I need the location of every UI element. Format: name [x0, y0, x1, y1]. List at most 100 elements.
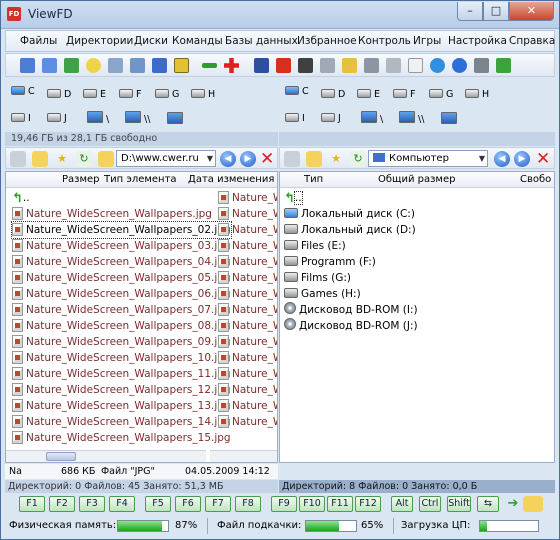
- left-h-scrollbar[interactable]: [6, 450, 206, 462]
- parent-dir-row[interactable]: ↰..: [12, 190, 30, 206]
- left-h-scrollbar-2[interactable]: [210, 450, 277, 462]
- settings-icon[interactable]: [174, 58, 189, 73]
- two-panel-icon[interactable]: [42, 58, 57, 73]
- drive-c-left[interactable]: C: [11, 86, 35, 97]
- file-row[interactable]: Nature_WideScreen_Wallpapers_02.jpg: [11, 221, 232, 239]
- file-row[interactable]: Nature_WideScreen_Wallpapers_13.jpg: [12, 398, 231, 414]
- drive-row[interactable]: Programm (F:): [284, 254, 376, 270]
- file-row-col2[interactable]: Nature_W: [218, 414, 277, 430]
- drive-f-left[interactable]: F: [119, 89, 141, 100]
- file-row-col2[interactable]: Nature_W: [218, 318, 277, 334]
- menu-disks[interactable]: Диски: [134, 35, 168, 47]
- column-total-size[interactable]: Общий размер: [378, 174, 455, 185]
- f4-button[interactable]: F4: [109, 496, 135, 512]
- file-row-col2[interactable]: Nature_W: [218, 222, 277, 238]
- f5-button[interactable]: F5: [145, 496, 171, 512]
- drive-f-right[interactable]: F: [393, 89, 415, 100]
- filmstrip-icon[interactable]: [342, 58, 357, 73]
- menu-control[interactable]: Контроль: [358, 35, 411, 47]
- close-button[interactable]: ✕: [509, 2, 554, 21]
- file-row[interactable]: Nature_WideScreen_Wallpapers_11.jpg: [12, 366, 231, 382]
- drive-d-right[interactable]: D: [321, 89, 345, 100]
- file-row-col2[interactable]: Nature_W: [218, 206, 277, 222]
- menu-directories[interactable]: Директории: [66, 35, 133, 47]
- column-free[interactable]: Свобо: [520, 174, 551, 185]
- drive-row[interactable]: Дисковод BD-ROM (I:): [284, 302, 418, 318]
- menu-commands[interactable]: Команды: [172, 35, 223, 47]
- music-icon[interactable]: [254, 58, 269, 73]
- folder-up-icon[interactable]: [32, 151, 48, 167]
- ctrl-button[interactable]: Ctrl: [419, 496, 441, 512]
- drive-e-right[interactable]: E: [357, 89, 380, 100]
- forward-icon[interactable]: ▶: [240, 151, 256, 167]
- camera-icon[interactable]: [386, 58, 401, 73]
- file-row[interactable]: Nature_WideScreen_Wallpapers_09.jpg: [12, 334, 231, 350]
- document-icon[interactable]: [408, 58, 423, 73]
- drive-icon[interactable]: [284, 151, 300, 167]
- menu-games[interactable]: Игры: [413, 35, 441, 47]
- plus-icon[interactable]: [224, 58, 239, 73]
- archive-icon[interactable]: [276, 58, 291, 73]
- film-icon[interactable]: [298, 58, 313, 73]
- network-share-right[interactable]: \\: [399, 111, 424, 125]
- bold-icon[interactable]: [152, 58, 167, 73]
- arrow-right-icon[interactable]: ➔: [505, 496, 521, 512]
- drive-h-left[interactable]: H: [191, 89, 215, 100]
- network-drive-right[interactable]: \: [361, 111, 383, 125]
- image-icon[interactable]: [64, 58, 79, 73]
- menu-settings[interactable]: Настройка: [448, 35, 507, 47]
- file-row[interactable]: Nature_WideScreen_Wallpapers_15.jpg: [12, 430, 231, 446]
- f2-button[interactable]: F2: [49, 496, 75, 512]
- column-type[interactable]: Тип: [304, 174, 323, 185]
- menu-files[interactable]: Файлы: [20, 35, 57, 47]
- back-icon[interactable]: ◀: [494, 151, 510, 167]
- desktop-right[interactable]: [441, 112, 460, 126]
- menu-databases[interactable]: Базы данных: [225, 35, 298, 47]
- window-icon[interactable]: [108, 58, 123, 73]
- drive-i-right[interactable]: I: [285, 113, 305, 124]
- refresh-icon[interactable]: ↻: [350, 151, 366, 167]
- shift-button[interactable]: Shift: [447, 496, 471, 512]
- column-type[interactable]: Тип элемента: [104, 174, 177, 185]
- f9-button[interactable]: F9: [271, 496, 297, 512]
- f6-button[interactable]: F6: [175, 496, 201, 512]
- file-row-col2[interactable]: Nature_W: [218, 382, 277, 398]
- column-size[interactable]: Размер: [62, 174, 100, 185]
- drive-g-left[interactable]: G: [155, 89, 179, 100]
- file-row-col2[interactable]: Nature_W: [218, 190, 277, 206]
- parent-dir-row[interactable]: ↰..: [284, 190, 303, 206]
- drive-i-left[interactable]: I: [11, 113, 31, 124]
- left-path-combo[interactable]: D:\www.cwer.ru ▼: [116, 150, 216, 167]
- drive-j-right[interactable]: J: [321, 113, 341, 124]
- file-row-col2[interactable]: Nature_W: [218, 366, 277, 382]
- network-drive-left[interactable]: \: [87, 111, 109, 125]
- forward-icon[interactable]: ▶: [514, 151, 530, 167]
- alt-button[interactable]: Alt: [391, 496, 413, 512]
- menu-favorites[interactable]: Избранное: [297, 35, 357, 47]
- desktop-left[interactable]: [167, 112, 186, 126]
- file-row[interactable]: Nature_WideScreen_Wallpapers_08.jpg: [12, 318, 231, 334]
- drive-row[interactable]: Games (H:): [284, 286, 361, 302]
- drive-e-left[interactable]: E: [83, 89, 106, 100]
- close-tab-icon[interactable]: ✕: [260, 149, 274, 169]
- drive-row[interactable]: Дисковод BD-ROM (J:): [284, 318, 418, 334]
- drive-icon[interactable]: [10, 151, 26, 167]
- drive-d-left[interactable]: D: [47, 89, 71, 100]
- file-row[interactable]: Nature_WideScreen_Wallpapers_07.jpg: [12, 302, 231, 318]
- file-row-col2[interactable]: Nature_W: [218, 350, 277, 366]
- f10-button[interactable]: F10: [299, 496, 325, 512]
- f8-button[interactable]: F8: [235, 496, 261, 512]
- internet-icon[interactable]: [430, 58, 445, 73]
- file-row[interactable]: Nature_WideScreen_Wallpapers_12.jpg: [12, 382, 231, 398]
- drive-c-right[interactable]: C: [285, 86, 309, 97]
- star-icon[interactable]: ★: [54, 151, 70, 167]
- scroll-thumb[interactable]: [46, 452, 76, 461]
- drive-row[interactable]: Films (G:): [284, 270, 351, 286]
- list-view-icon[interactable]: [20, 58, 35, 73]
- tool-icon[interactable]: [474, 58, 489, 73]
- file-row-col2[interactable]: Nature_W: [218, 286, 277, 302]
- file-row[interactable]: Nature_WideScreen_Wallpapers_04.jpg: [12, 254, 231, 270]
- minus-icon[interactable]: [202, 63, 217, 68]
- file-row[interactable]: Nature_WideScreen_Wallpapers_03.jpg: [12, 238, 231, 254]
- file-row-col2[interactable]: Nature_W: [218, 254, 277, 270]
